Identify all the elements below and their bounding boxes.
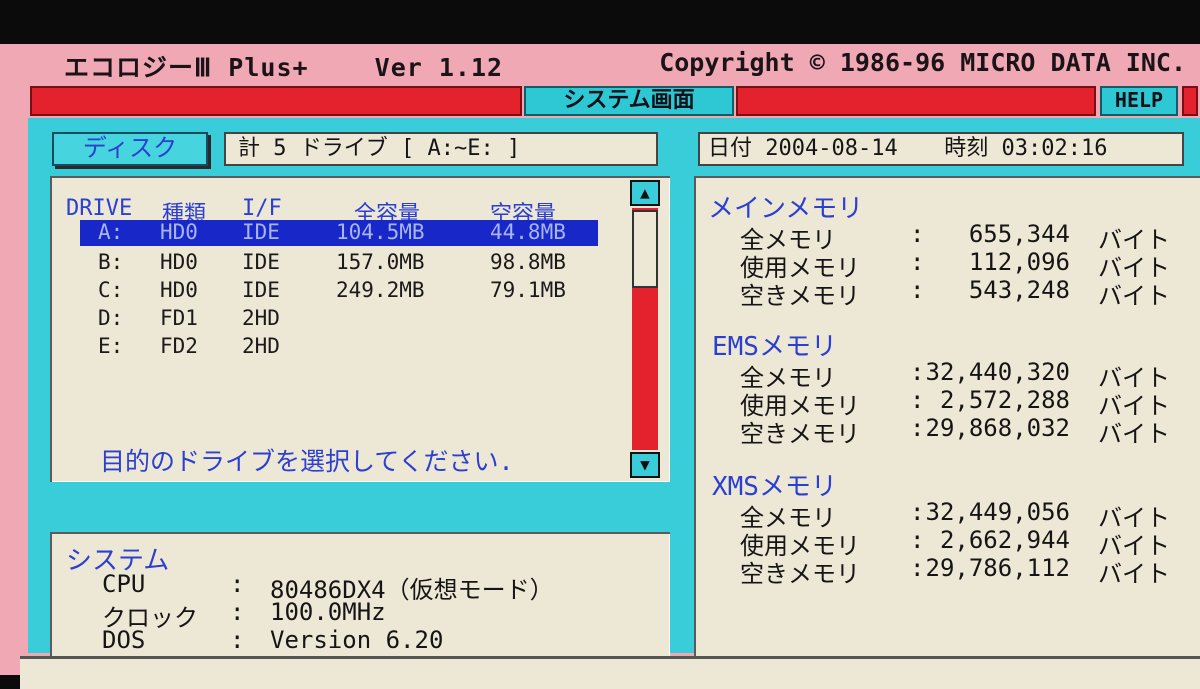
label: 空きメモリ bbox=[740, 282, 860, 310]
scroll-down-icon[interactable]: ▼ bbox=[630, 452, 660, 478]
system-panel: システム CPU : 80486DX4（仮想モード） クロック : 100.0M… bbox=[50, 532, 670, 666]
cell-free: 44.8MB bbox=[490, 220, 566, 244]
app-name: エコロジーⅢ Plus+ bbox=[64, 53, 309, 82]
value: 543,248 bbox=[968, 276, 1070, 304]
menu-bar-segment-right bbox=[736, 86, 1096, 116]
value: 29,868,032 bbox=[925, 414, 1071, 442]
time-value: 03:02:16 bbox=[1001, 136, 1108, 161]
disk-button[interactable]: ディスク bbox=[52, 132, 208, 166]
main-frame: ディスク 計 5 ドライブ [ A:~E: ] 日付 2004-08-14 時刻… bbox=[28, 118, 1200, 666]
app-version: Ver 1.12 bbox=[374, 53, 504, 82]
drive-list-panel: DRIVE 種類 I/F 全容量 空容量 A: HD0 IDE 104.5MB … bbox=[50, 176, 670, 482]
label: 空きメモリ bbox=[740, 560, 860, 588]
value: 2,572,288 bbox=[939, 386, 1070, 414]
cpu-label: CPU bbox=[102, 570, 146, 598]
label: 空きメモリ bbox=[740, 420, 860, 448]
unit: バイト bbox=[1098, 282, 1170, 310]
colon: : bbox=[910, 414, 925, 442]
value: 2,662,944 bbox=[939, 526, 1070, 554]
scroll-up-icon[interactable]: ▲ bbox=[630, 180, 660, 206]
cell-type: HD0 bbox=[160, 250, 198, 274]
table-row-selected[interactable]: A: HD0 IDE 104.5MB 44.8MB bbox=[80, 220, 598, 246]
cell-total: 157.0MB bbox=[336, 250, 425, 274]
value: 112,096 bbox=[968, 248, 1070, 276]
cpu-colon: : bbox=[230, 570, 245, 598]
unit: バイト bbox=[1098, 560, 1170, 588]
scroll-thumb[interactable] bbox=[632, 210, 658, 288]
cell-drive: D: bbox=[98, 306, 124, 330]
clock-value: 100.0MHz bbox=[270, 598, 386, 626]
cell-type: HD0 bbox=[160, 220, 198, 244]
menu-bar-segment-left bbox=[30, 86, 522, 116]
cell-if: IDE bbox=[242, 250, 280, 274]
clock-colon: : bbox=[230, 598, 245, 626]
menu-bar-segment-end bbox=[1182, 86, 1198, 116]
dos-colon: : bbox=[230, 626, 245, 654]
colon: : bbox=[910, 220, 925, 248]
cell-type: FD2 bbox=[160, 334, 198, 358]
menu-bar: システム画面 HELP bbox=[30, 86, 1198, 116]
date-label: 日付 bbox=[708, 136, 753, 161]
colon: : bbox=[910, 386, 925, 414]
function-key-bar bbox=[20, 656, 1200, 689]
value: 655,344 bbox=[968, 220, 1070, 248]
time-label: 時刻 bbox=[944, 136, 989, 161]
copyright: Copyright © 1986-96 MICRO DATA INC. bbox=[659, 48, 1186, 77]
select-drive-prompt: 目的のドライブを選択してください. bbox=[100, 447, 514, 476]
cell-free: 79.1MB bbox=[490, 278, 566, 302]
colon: : bbox=[910, 248, 925, 276]
tab-system-screen[interactable]: システム画面 bbox=[524, 86, 734, 116]
cell-if: IDE bbox=[242, 220, 280, 244]
app-title: エコロジーⅢ Plus+ Ver 1.12 bbox=[64, 48, 504, 82]
cell-if: 2HD bbox=[242, 334, 280, 358]
memory-panel: メインメモリ 全メモリ : 655,344 バイト 使用メモリ : 112,09… bbox=[694, 176, 1200, 666]
colon: : bbox=[910, 276, 925, 304]
cell-total: 249.2MB bbox=[336, 278, 425, 302]
col-drive: DRIVE bbox=[66, 196, 133, 221]
value: 32,440,320 bbox=[925, 358, 1071, 386]
unit: バイト bbox=[1098, 420, 1170, 448]
cell-drive: A: bbox=[98, 220, 124, 244]
colon: : bbox=[910, 554, 925, 582]
colon: : bbox=[910, 498, 925, 526]
cell-drive: B: bbox=[98, 250, 124, 274]
dos-value: Version 6.20 bbox=[270, 626, 444, 654]
col-if: I/F bbox=[242, 196, 282, 221]
datetime-box: 日付 2004-08-14 時刻 03:02:16 bbox=[698, 132, 1184, 166]
cell-total: 104.5MB bbox=[336, 220, 425, 244]
dos-screen: エコロジーⅢ Plus+ Ver 1.12 Copyright © 1986-9… bbox=[0, 44, 1200, 689]
cell-drive: E: bbox=[98, 334, 124, 358]
drive-summary: 計 5 ドライブ [ A:~E: ] bbox=[224, 132, 658, 166]
colon: : bbox=[910, 526, 925, 554]
date-value: 2004-08-14 bbox=[765, 136, 898, 161]
dos-label: DOS bbox=[102, 626, 146, 654]
cell-drive: C: bbox=[98, 278, 124, 302]
cell-if: IDE bbox=[242, 278, 280, 302]
cell-free: 98.8MB bbox=[490, 250, 566, 274]
cell-type: HD0 bbox=[160, 278, 198, 302]
help-button[interactable]: HELP bbox=[1100, 86, 1178, 116]
value: 32,449,056 bbox=[925, 498, 1071, 526]
drive-list-scrollbar[interactable]: ▲ ▼ bbox=[630, 180, 660, 478]
colon: : bbox=[910, 358, 925, 386]
cell-if: 2HD bbox=[242, 306, 280, 330]
cell-type: FD1 bbox=[160, 306, 198, 330]
value: 29,786,112 bbox=[925, 554, 1071, 582]
